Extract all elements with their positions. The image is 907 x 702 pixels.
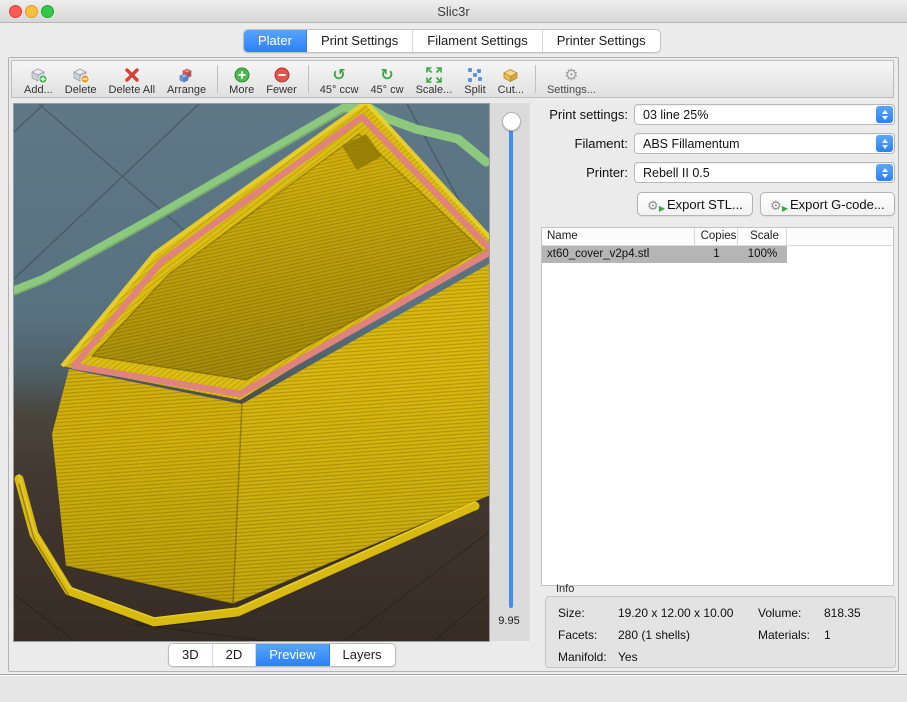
fewer-button[interactable]: Fewer <box>260 62 303 96</box>
printer-row: Printer: Rebell II 0.5 <box>540 162 895 183</box>
printer-select[interactable]: Rebell II 0.5 <box>634 162 895 183</box>
toolbar-label: Delete <box>65 84 97 96</box>
box-plus-icon <box>28 66 48 84</box>
volume-label: Volume: <box>758 606 801 620</box>
info-group-box: Size: 19.20 x 12.00 x 10.00 Volume: 818.… <box>545 596 896 668</box>
tab-filament-settings[interactable]: Filament Settings <box>413 30 542 52</box>
tab-3d[interactable]: 3D <box>169 644 213 666</box>
rotate-cw-button[interactable]: ↻ 45° cw <box>364 62 409 96</box>
toolbar-separator <box>217 65 218 93</box>
table-row[interactable]: xt60_cover_v2p4.stl 1 100% <box>542 246 787 263</box>
objects-table: Name Copies Scale xt60_cover_v2p4.stl 1 … <box>541 227 894 586</box>
layer-slider-track[interactable] <box>509 130 513 608</box>
export-gear-icon: ⚙▶ <box>647 197 662 212</box>
filament-label: Filament: <box>540 136 628 151</box>
layer-slider-value: 9.95 <box>488 615 530 627</box>
toolbar: Add... Delete Delete All <box>11 60 894 98</box>
print-settings-row: Print settings: 03 line 25% <box>540 104 895 125</box>
materials-label: Materials: <box>758 628 810 642</box>
tab-print-settings[interactable]: Print Settings <box>307 30 413 52</box>
filament-value: ABS Fillamentum <box>643 137 740 151</box>
toolbar-label: Cut... <box>498 84 524 96</box>
chevron-up-down-icon <box>876 135 893 152</box>
facets-label: Facets: <box>558 628 597 642</box>
delete-button[interactable]: Delete <box>59 62 103 96</box>
export-gcode-button[interactable]: ⚙▶ Export G-code... <box>760 192 895 216</box>
volume-value: 818.35 <box>824 606 861 620</box>
filament-select[interactable]: ABS Fillamentum <box>634 133 895 154</box>
export-stl-label: Export STL... <box>667 197 743 212</box>
toolbar-label: Scale... <box>416 84 453 96</box>
tab-plater[interactable]: Plater <box>244 30 307 52</box>
toolbar-label: Fewer <box>266 84 297 96</box>
toolbar-separator <box>535 65 536 93</box>
tab-preview[interactable]: Preview <box>256 644 329 666</box>
toolbar-label: Add... <box>24 84 53 96</box>
manifold-value: Yes <box>618 650 638 664</box>
rotate-ccw-icon: ↺ <box>329 66 349 84</box>
chevron-up-down-icon <box>876 164 893 181</box>
red-x-icon <box>122 66 142 84</box>
tab-printer-settings[interactable]: Printer Settings <box>543 30 660 52</box>
filament-row: Filament: ABS Fillamentum <box>540 133 895 154</box>
export-stl-button[interactable]: ⚙▶ Export STL... <box>637 192 753 216</box>
main-tabbar: Plater Print Settings Filament Settings … <box>243 29 661 53</box>
cell-name: xt60_cover_v2p4.stl <box>542 246 695 263</box>
window-title: Slic3r <box>0 4 907 19</box>
status-bar <box>0 675 907 702</box>
add-button[interactable]: Add... <box>18 62 59 96</box>
export-gcode-label: Export G-code... <box>790 197 885 212</box>
table-header: Name Copies Scale <box>542 228 893 246</box>
scale-arrows-icon <box>424 66 444 84</box>
column-header-copies[interactable]: Copies <box>695 228 738 245</box>
title-bar: Slic3r <box>0 0 907 23</box>
toolbar-label: Arrange <box>167 84 206 96</box>
column-header-scale[interactable]: Scale <box>738 228 787 245</box>
green-plus-circle-icon <box>232 66 252 84</box>
size-label: Size: <box>558 606 585 620</box>
tab-layers[interactable]: Layers <box>330 644 395 666</box>
printer-label: Printer: <box>540 165 628 180</box>
rotate-cw-icon: ↻ <box>377 66 397 84</box>
arrange-button[interactable]: Arrange <box>161 62 212 96</box>
toolbar-label: Delete All <box>109 84 155 96</box>
printer-value: Rebell II 0.5 <box>643 166 710 180</box>
delete-all-button[interactable]: Delete All <box>103 62 161 96</box>
toolbar-label: Split <box>464 84 485 96</box>
toolbar-label: 45° cw <box>370 84 403 96</box>
cell-scale: 100% <box>738 246 787 263</box>
cut-box-icon <box>501 66 521 84</box>
size-value: 19.20 x 12.00 x 10.00 <box>618 606 733 620</box>
print-settings-select[interactable]: 03 line 25% <box>634 104 895 125</box>
print-settings-label: Print settings: <box>540 107 628 122</box>
gear-icon: ⚙ <box>561 66 581 84</box>
tab-2d[interactable]: 2D <box>213 644 257 666</box>
settings-button[interactable]: ⚙ Settings... <box>541 62 602 96</box>
split-dots-icon <box>465 66 485 84</box>
column-header-name[interactable]: Name <box>542 228 695 245</box>
chevron-up-down-icon <box>876 106 893 123</box>
cell-copies: 1 <box>695 246 738 263</box>
print-settings-value: 03 line 25% <box>643 108 708 122</box>
facets-value: 280 (1 shells) <box>618 628 690 642</box>
scale-button[interactable]: Scale... <box>410 62 459 96</box>
rotate-ccw-button[interactable]: ↺ 45° ccw <box>314 62 365 96</box>
layer-slider-knob[interactable] <box>502 112 521 131</box>
more-button[interactable]: More <box>223 62 260 96</box>
split-button[interactable]: Split <box>458 62 491 96</box>
view-mode-tabs: 3D 2D Preview Layers <box>168 643 396 667</box>
materials-value: 1 <box>824 628 831 642</box>
toolbar-label: Settings... <box>547 84 596 96</box>
info-group-title: Info <box>556 583 574 595</box>
red-minus-circle-icon <box>272 66 292 84</box>
toolbar-label: 45° ccw <box>320 84 359 96</box>
manifold-label: Manifold: <box>558 650 607 664</box>
box-minus-icon <box>71 66 91 84</box>
export-gear-icon: ⚙▶ <box>770 197 785 212</box>
toolbar-label: More <box>229 84 254 96</box>
toolbar-separator <box>308 65 309 93</box>
cubes-icon <box>177 66 197 84</box>
3d-preview-canvas[interactable] <box>13 103 490 642</box>
cut-button[interactable]: Cut... <box>492 62 530 96</box>
